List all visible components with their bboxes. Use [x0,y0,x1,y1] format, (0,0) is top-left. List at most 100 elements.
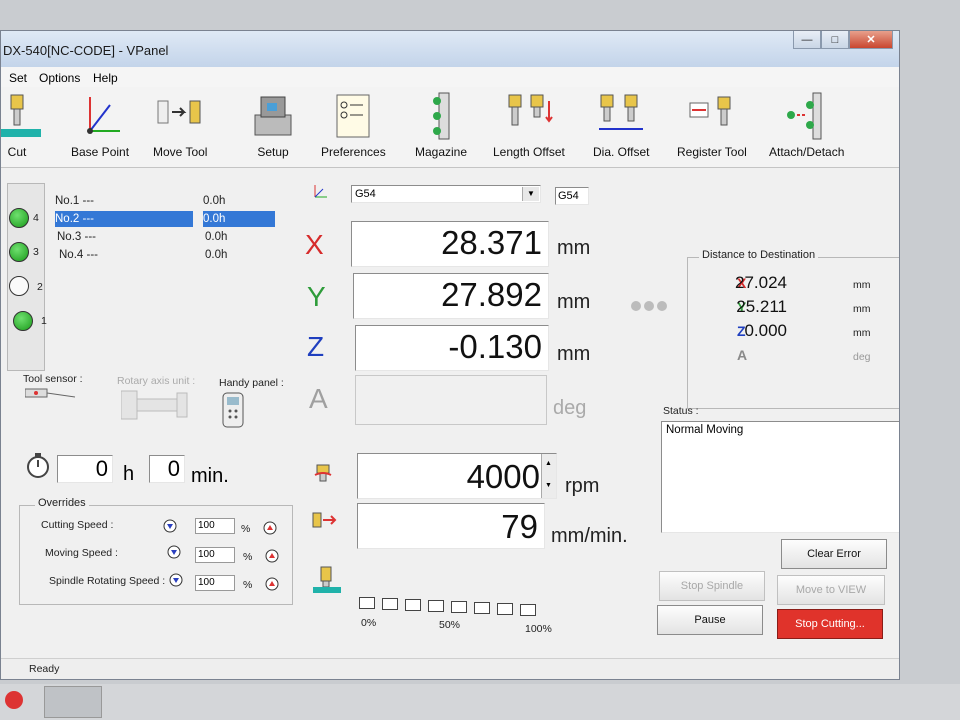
spindle-rpm-unit: rpm [565,475,600,497]
tool-row-2[interactable]: No.2 --- 0.0h [55,211,277,227]
magazine-slot-3[interactable] [9,242,29,262]
maximize-button[interactable]: □ [821,31,849,49]
slot-number: 3 [33,246,39,258]
toolbar-attach-detach-button[interactable]: Attach/Detach [769,91,844,159]
close-icon: ✕ [866,34,876,46]
cutting-speed-decrease-button[interactable] [163,519,177,533]
status-text: Normal Moving [666,424,744,436]
feed-rate-icon [312,512,337,528]
axis-y-field: 27.892 [353,273,549,319]
close-button[interactable]: ✕ [849,31,893,49]
progress-label-0: 0% [361,617,377,629]
chevron-down-icon: ▼ [522,187,539,201]
menu-options[interactable]: Options [39,71,80,85]
tool-time: 0.0h [205,249,228,261]
minimize-icon: — [801,33,813,46]
progress-segment [520,604,536,616]
menu-set[interactable]: Set [9,71,27,85]
handy-panel-icon [222,392,244,428]
destination-unit: deg [853,351,871,363]
destination-unit: mm [853,279,871,291]
tool-time: 0.0h [203,211,275,227]
toolbar-dia-offset-button[interactable]: Dia. Offset [593,91,649,159]
progress-segment [428,600,444,612]
move-tool-icon [157,100,201,124]
toolbar-length-offset-button[interactable]: Length Offset [493,91,565,159]
tool-row-4[interactable]: No.4 --- 0.0h [59,247,281,263]
distance-to-destination-title: Distance to Destination [699,249,819,261]
moving-speed-decrease-button[interactable] [167,545,181,559]
spindle-speed-decrease-button[interactable] [169,573,183,587]
slot-number: 1 [41,315,47,327]
axis-x-unit: mm [557,237,591,259]
expand-ellipsis-button[interactable] [631,301,667,311]
tool-time: 0.0h [203,195,226,207]
toolbar-register-tool-button[interactable]: Register Tool [677,91,747,159]
timer-hours-value: 0 [95,456,108,481]
stopwatch-icon [27,453,49,478]
tool-name: No.3 [57,231,82,243]
tool-desc: --- [84,231,97,243]
base-point-icon [87,97,121,134]
axis-y-label: Y [307,281,326,312]
axis-a-label: A [309,383,328,414]
moving-speed-field[interactable]: 100 [195,547,235,563]
cut-icon [1,94,41,137]
taskbar-app-button[interactable] [44,686,102,718]
status-label: Status : [663,405,699,417]
magazine-slot-2[interactable] [9,276,29,296]
spindle-rpm-spinner[interactable]: ▲ ▼ [541,454,556,498]
moving-speed-label: Moving Speed : [45,547,118,559]
progress-segment [451,601,467,613]
cutting-speed-field[interactable]: 100 [195,518,235,534]
status-bar: Ready [1,658,899,679]
progress-segment [405,599,421,611]
minimize-button[interactable]: — [793,31,821,49]
title-bar: DX-540[NC-CODE] - VPanel — □ ✕ [1,31,899,67]
spindle-speed-field[interactable]: 100 [195,575,235,591]
attach-detach-icon [786,92,822,140]
coordinate-system-dropdown[interactable]: G54 ▼ [351,185,541,203]
tool-sensor-icon [25,388,76,398]
toolbar-cut-button[interactable]: Cut [1,91,41,159]
move-to-view-button[interactable]: Move to VIEW [777,575,885,605]
menu-help[interactable]: Help [93,71,118,85]
magazine-slot-4[interactable] [9,208,29,228]
toolbar-base-point-button[interactable]: Base Point [71,91,129,159]
tool-name-selected: No.2 --- [55,211,193,227]
coordinate-system-display: G54 [555,187,589,205]
register-tool-icon [689,96,731,126]
clear-error-button[interactable]: Clear Error [781,539,887,569]
spindle-rpm-icon [314,464,332,482]
vpanel-window: DX-540[NC-CODE] - VPanel — □ ✕ Set Optio… [0,30,900,680]
minutes-unit: min. [191,465,229,487]
toolbar-magazine-button[interactable]: Magazine [415,91,467,159]
pause-button[interactable]: Pause [657,605,763,635]
spindle-speed-increase-button[interactable] [265,577,279,591]
destination-value: 25.211 [736,297,787,316]
status-box: Normal Moving [661,421,899,533]
feed-rate-unit: mm/min. [551,525,628,547]
magazine-slot-1[interactable] [13,311,33,331]
axis-z-field: -0.130 [355,325,549,371]
app-logo-icon[interactable] [2,688,26,712]
toolbar-move-tool-button[interactable]: Move Tool [153,91,207,159]
timer-minutes-field: 0 [149,455,185,483]
cutting-speed-increase-button[interactable] [263,521,277,535]
stop-spindle-button[interactable]: Stop Spindle [659,571,765,601]
handy-panel-label: Handy panel : [219,377,284,389]
destination-unit: mm [853,327,871,339]
tool-row-3[interactable]: No.3 --- 0.0h [57,229,279,245]
stop-cutting-button[interactable]: Stop Cutting... [777,609,883,639]
coordinate-system-value: G54 [355,188,376,200]
coordinate-system-display-value: G54 [558,190,579,202]
chevron-up-icon: ▲ [545,460,552,467]
axis-x-value: 28.371 [441,224,542,261]
axis-x-label: X [305,229,324,260]
tool-row-1[interactable]: No.1 --- 0.0h [55,193,277,209]
toolbar-preferences-button[interactable]: Preferences [321,91,386,159]
axis-z-unit: mm [557,343,591,365]
toolbar-setup-button[interactable]: Setup [249,91,297,159]
moving-speed-increase-button[interactable] [265,549,279,563]
axis-y-unit: mm [557,291,591,313]
